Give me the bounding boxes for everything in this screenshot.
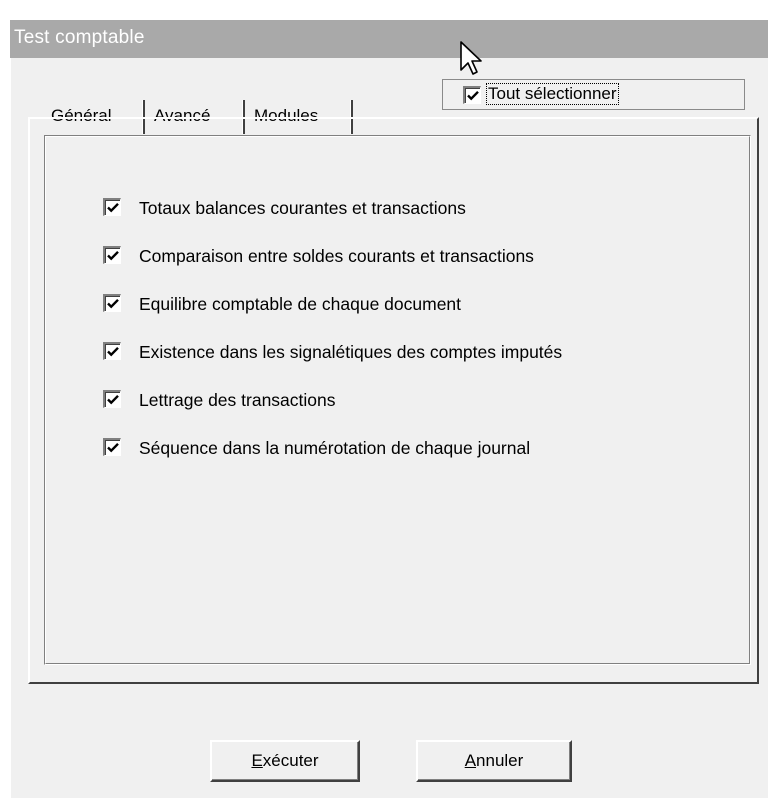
option-label: Lettrage des transactions — [139, 390, 336, 410]
dialog-window: Test comptable Général Avancé Modules To… — [10, 20, 768, 798]
checkmark-icon — [107, 394, 119, 405]
select-all-label: Tout sélectionner — [486, 83, 619, 105]
option-label: Totaux balances courantes et transaction… — [139, 198, 466, 218]
cancel-label: nnuler — [476, 751, 524, 770]
window-title: Test comptable — [14, 27, 145, 48]
execute-accelerator: E — [251, 751, 263, 770]
select-all-checkbox[interactable]: Tout sélectionner — [442, 79, 745, 110]
option-label: Comparaison entre soldes courants et tra… — [139, 246, 534, 266]
execute-label: xécuter — [262, 751, 319, 770]
checkmark-icon — [107, 202, 119, 213]
option-checkbox[interactable] — [103, 294, 121, 312]
option-checkbox[interactable] — [103, 390, 121, 408]
tab-page-general: Totaux balances courantes et transaction… — [28, 117, 759, 684]
checkmark-icon — [107, 250, 119, 261]
mouse-pointer-icon — [460, 41, 482, 75]
options-group: Totaux balances courantes et transaction… — [44, 135, 751, 665]
option-checkbox[interactable] — [103, 246, 121, 264]
option-label: Equilibre comptable de chaque document — [139, 294, 462, 314]
option-label: Séquence dans la numérotation de chaque … — [139, 438, 531, 458]
title-bar[interactable]: Test comptable — [10, 20, 768, 58]
checkmark-icon — [107, 298, 119, 309]
checkmark-icon — [467, 90, 479, 101]
cancel-button[interactable]: Annuler — [416, 740, 572, 782]
option-checkbox[interactable] — [103, 198, 121, 216]
cancel-accelerator: A — [464, 751, 477, 770]
option-checkbox[interactable] — [103, 438, 121, 456]
execute-button[interactable]: Exécuter — [210, 740, 360, 782]
option-checkbox[interactable] — [103, 342, 121, 360]
select-all-checkbox-box[interactable] — [463, 86, 481, 104]
checkmark-icon — [107, 346, 119, 357]
option-label: Existence dans les signalétiques des com… — [139, 342, 563, 362]
checkmark-icon — [107, 442, 119, 453]
